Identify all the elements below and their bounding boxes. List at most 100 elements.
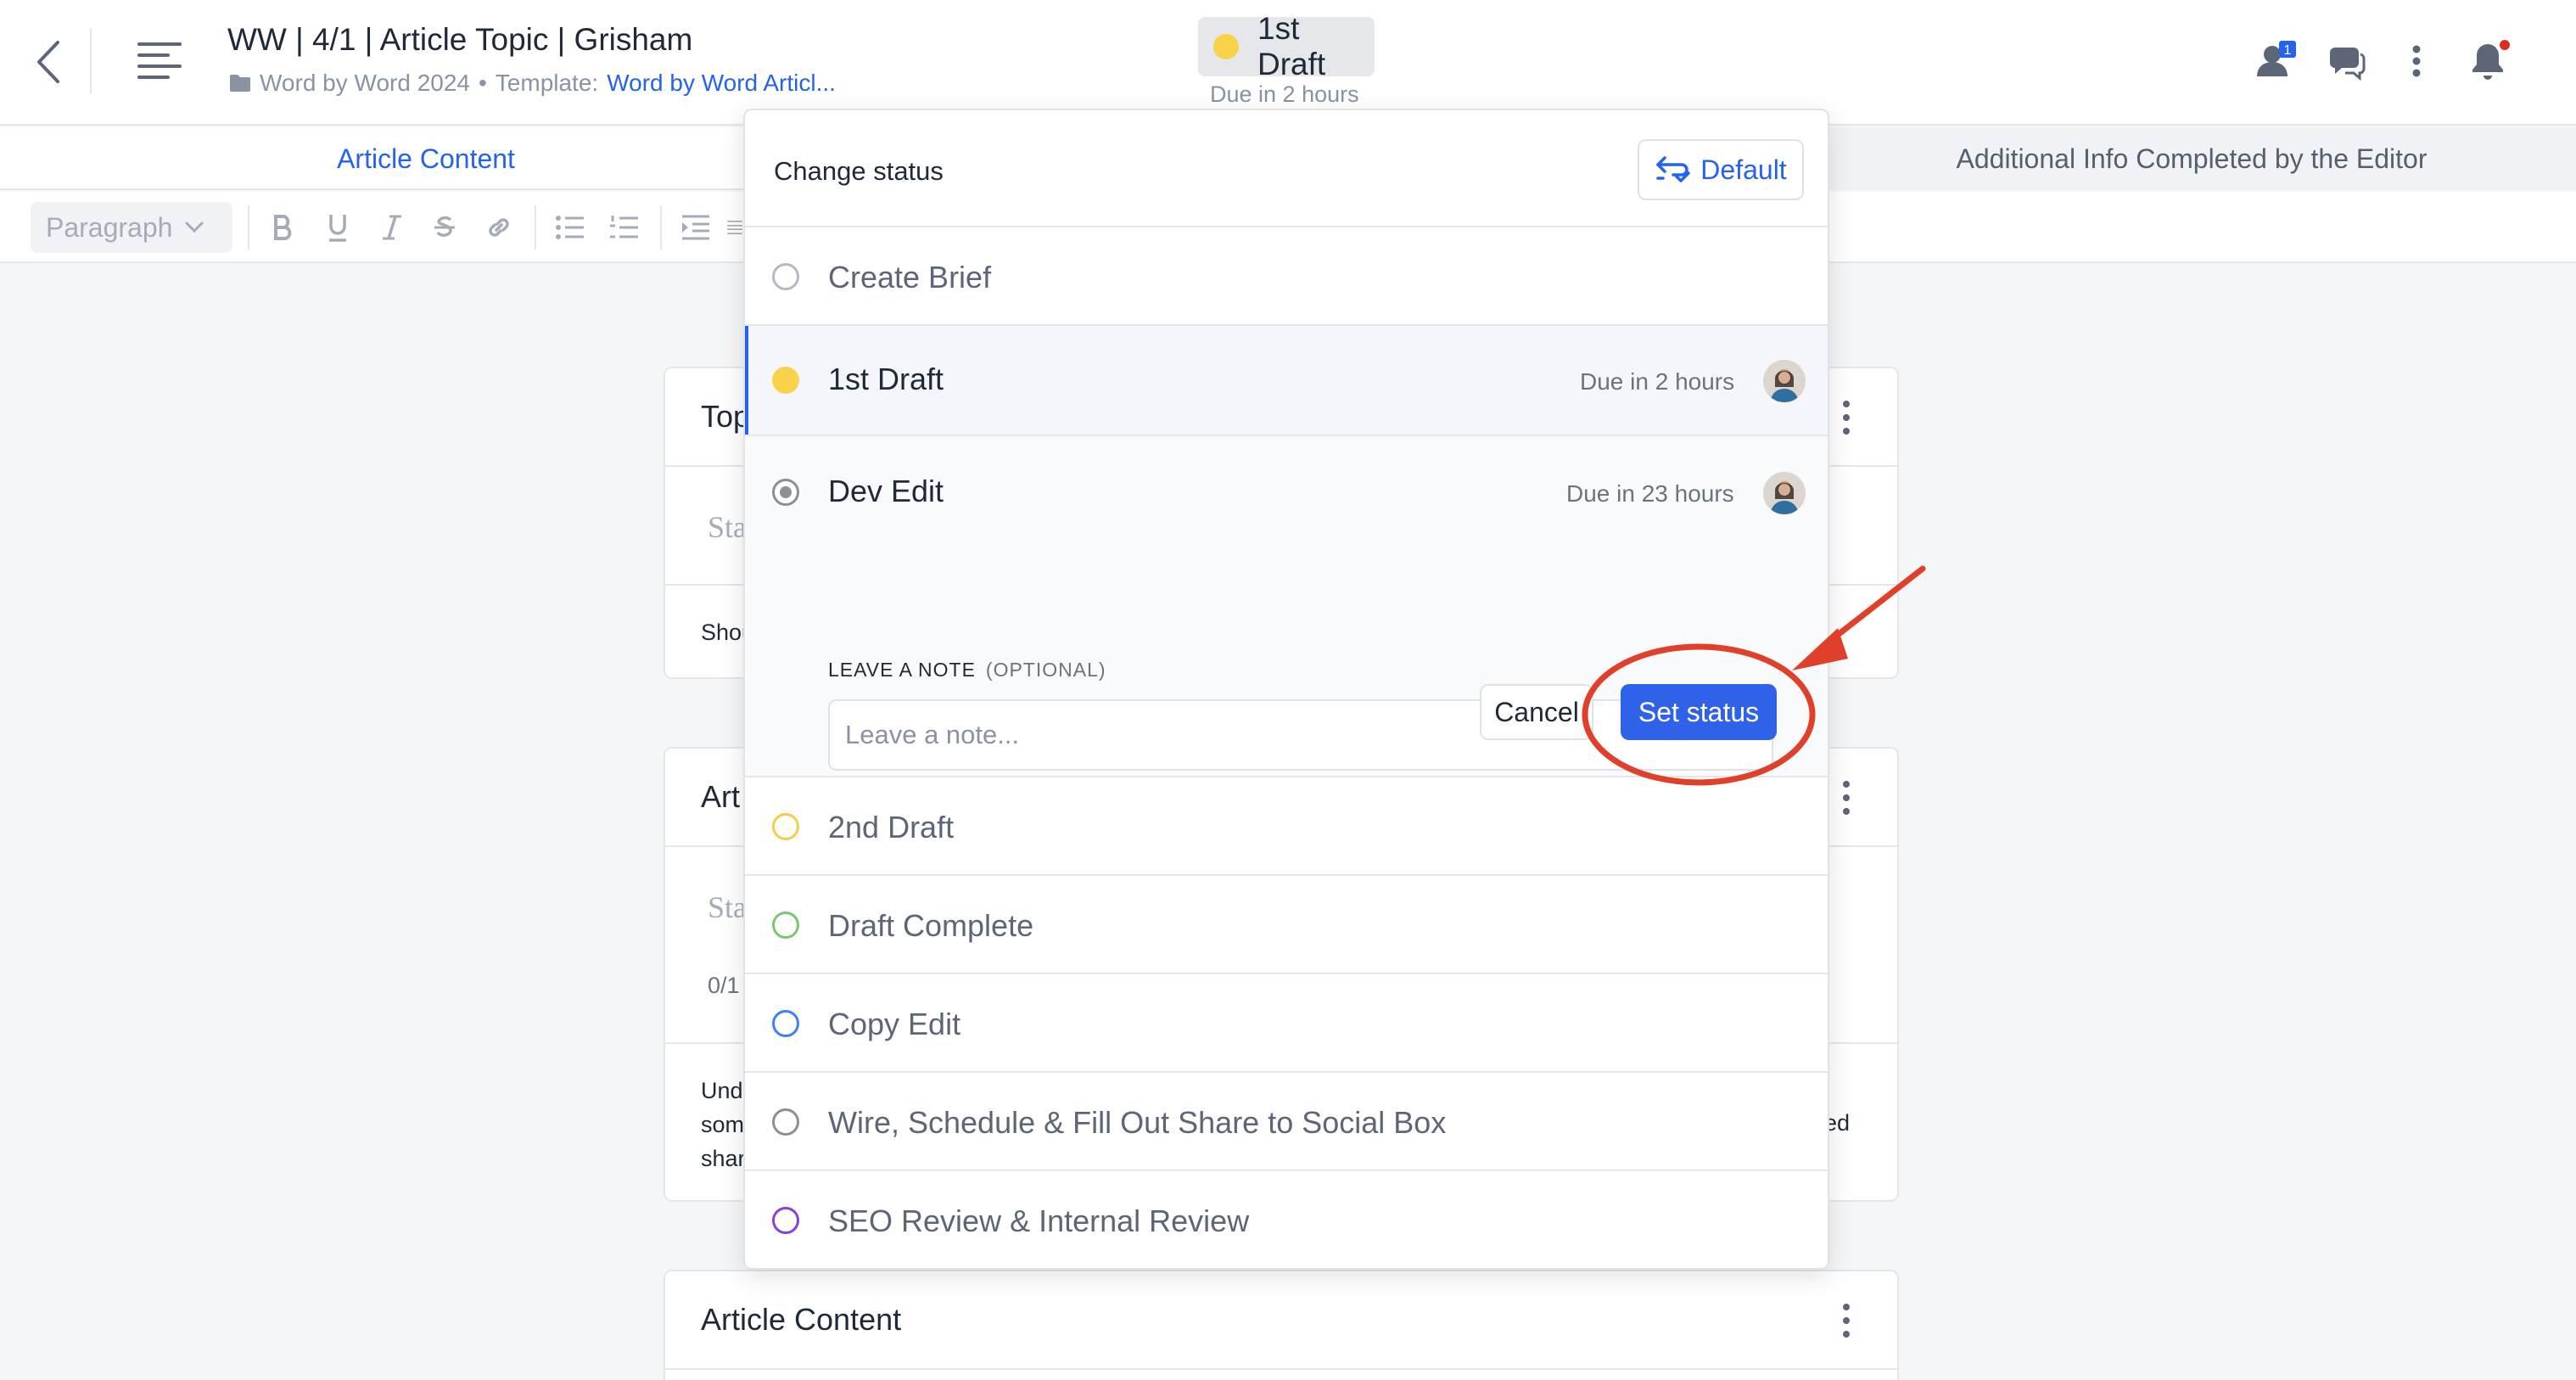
document-title: WW | 4/1 | Article Topic | Grisham xyxy=(227,22,693,57)
kebab-icon xyxy=(2412,45,2421,77)
app-header: WW | 4/1 | Article Topic | Grisham Word … xyxy=(0,0,2576,126)
card-title: Article Content xyxy=(701,1302,902,1337)
note-optional-text: (OPTIONAL) xyxy=(985,659,1106,681)
dropdown-title: Change status xyxy=(774,156,944,186)
status-dot xyxy=(1213,34,1239,59)
indent-button[interactable] xyxy=(677,209,714,246)
status-option-label: SEO Review & Internal Review xyxy=(828,1203,1250,1238)
numbered-list-icon xyxy=(610,216,638,238)
italic-icon xyxy=(383,215,401,240)
article-content-card: Article Content xyxy=(664,1270,1899,1380)
outdent-button[interactable] xyxy=(726,209,743,246)
note-label-text: LEAVE A NOTE xyxy=(828,659,976,681)
status-option-copy-edit[interactable]: Copy Edit xyxy=(745,974,1828,1073)
status-option-label: Wire, Schedule & Fill Out Share to Socia… xyxy=(828,1105,1447,1140)
dropdown-header: Change status Default xyxy=(745,110,1828,227)
bullet-list-button[interactable] xyxy=(552,209,589,246)
status-option-2nd-draft[interactable]: 2nd Draft xyxy=(745,777,1828,876)
card-placeholder[interactable]: Sta xyxy=(708,889,747,925)
kebab-icon[interactable] xyxy=(1838,779,1855,816)
italic-button[interactable] xyxy=(373,209,411,246)
card-divider xyxy=(665,1368,1897,1370)
status-option-wire-schedule[interactable]: Wire, Schedule & Fill Out Share to Socia… xyxy=(745,1073,1828,1171)
assignees-button[interactable]: 1 xyxy=(2252,37,2299,85)
card-line: shar xyxy=(701,1146,746,1171)
default-workflow-button[interactable]: Default xyxy=(1638,139,1804,200)
meta-separator: • xyxy=(478,70,487,96)
indent-icon xyxy=(682,215,709,240)
kebab-icon[interactable] xyxy=(1838,399,1855,436)
paragraph-style-select[interactable]: Paragraph xyxy=(31,202,232,253)
folder-name[interactable]: Word by Word 2024 xyxy=(260,70,470,97)
status-due: Due in 2 hours xyxy=(1210,81,1359,107)
bullet-list-icon xyxy=(556,216,584,239)
set-status-button[interactable]: Set status xyxy=(1621,684,1777,740)
card-title: Art xyxy=(701,779,741,814)
card-placeholder[interactable]: Sta xyxy=(708,509,747,545)
character-counter: 0/1 xyxy=(708,973,740,998)
notifications-button[interactable] xyxy=(2466,37,2513,85)
cancel-button[interactable]: Cancel xyxy=(1480,684,1593,740)
comments-button[interactable] xyxy=(2323,37,2371,85)
kebab-icon[interactable] xyxy=(1838,1302,1855,1339)
swap-arrows-icon xyxy=(1656,156,1691,182)
template-link[interactable]: Word by Word Articl... xyxy=(607,70,836,97)
header-divider xyxy=(90,29,92,93)
assignee-count: 1 xyxy=(2284,43,2292,58)
assignee-avatar[interactable] xyxy=(1763,472,1806,514)
status-option-label: Create Brief xyxy=(828,260,992,295)
outline-menu-button[interactable] xyxy=(136,39,183,83)
status-ring-icon xyxy=(772,263,799,290)
bold-button[interactable] xyxy=(265,209,302,246)
status-option-label: Dev Edit xyxy=(828,474,944,508)
link-button[interactable] xyxy=(480,209,518,246)
note-label: LEAVE A NOTE (OPTIONAL) xyxy=(828,659,1106,682)
menu-lines-icon xyxy=(137,42,182,79)
tab-additional-info[interactable]: Additional Info Completed by the Editor xyxy=(1807,127,2576,190)
status-radio-icon xyxy=(772,479,799,506)
outdent-icon xyxy=(727,220,742,235)
status-chip[interactable]: 1st Draft xyxy=(1198,11,1375,81)
card-line: som xyxy=(701,1112,745,1137)
back-button[interactable] xyxy=(25,34,73,90)
status-option-seo-review[interactable]: SEO Review & Internal Review xyxy=(745,1171,1828,1268)
chevron-down-icon xyxy=(185,222,204,233)
status-option-create-brief[interactable]: Create Brief xyxy=(745,227,1828,326)
status-option-label: Draft Complete xyxy=(828,908,1034,943)
bell-icon xyxy=(2472,40,2510,80)
status-option-draft-complete[interactable]: Draft Complete xyxy=(745,876,1828,974)
avatar-image xyxy=(1763,360,1806,402)
status-label: 1st Draft xyxy=(1257,11,1326,81)
toolbar-divider xyxy=(535,205,536,250)
strikethrough-icon xyxy=(434,216,455,237)
link-icon xyxy=(489,218,509,237)
avatar-image xyxy=(1763,472,1806,514)
status-ring-icon xyxy=(772,1207,799,1234)
bold-icon xyxy=(274,215,292,240)
status-ring-icon xyxy=(772,813,799,840)
more-options-button[interactable] xyxy=(2393,37,2440,85)
status-option-label: 1st Draft xyxy=(828,362,944,396)
toolbar-divider xyxy=(248,205,249,250)
card-line: Und xyxy=(701,1078,743,1103)
template-label: Template: xyxy=(495,70,599,96)
toolbar-divider xyxy=(660,205,662,250)
chat-bubbles-icon xyxy=(2330,48,2366,81)
paragraph-style-label: Paragraph xyxy=(46,211,173,243)
user-badge-icon: 1 xyxy=(2257,41,2296,76)
folder-icon xyxy=(230,75,250,92)
status-option-label: 2nd Draft xyxy=(828,810,955,844)
default-label: Default xyxy=(1700,154,1787,185)
numbered-list-button[interactable] xyxy=(606,209,643,246)
change-status-dropdown: Change status Default Create Brief 1st D… xyxy=(743,109,1829,1270)
status-option-1st-draft[interactable]: 1st Draft Due in 2 hours xyxy=(745,326,1828,436)
underline-icon xyxy=(329,215,346,242)
underline-button[interactable] xyxy=(319,209,356,246)
strikethrough-button[interactable] xyxy=(426,209,463,246)
status-ring-icon xyxy=(772,1108,799,1136)
status-ring-icon xyxy=(772,912,799,939)
assignee-avatar[interactable] xyxy=(1763,360,1806,402)
status-dot-icon xyxy=(772,367,799,394)
tab-article-content[interactable]: Article Content xyxy=(0,127,852,190)
status-due-text: Due in 23 hours xyxy=(1566,480,1734,507)
